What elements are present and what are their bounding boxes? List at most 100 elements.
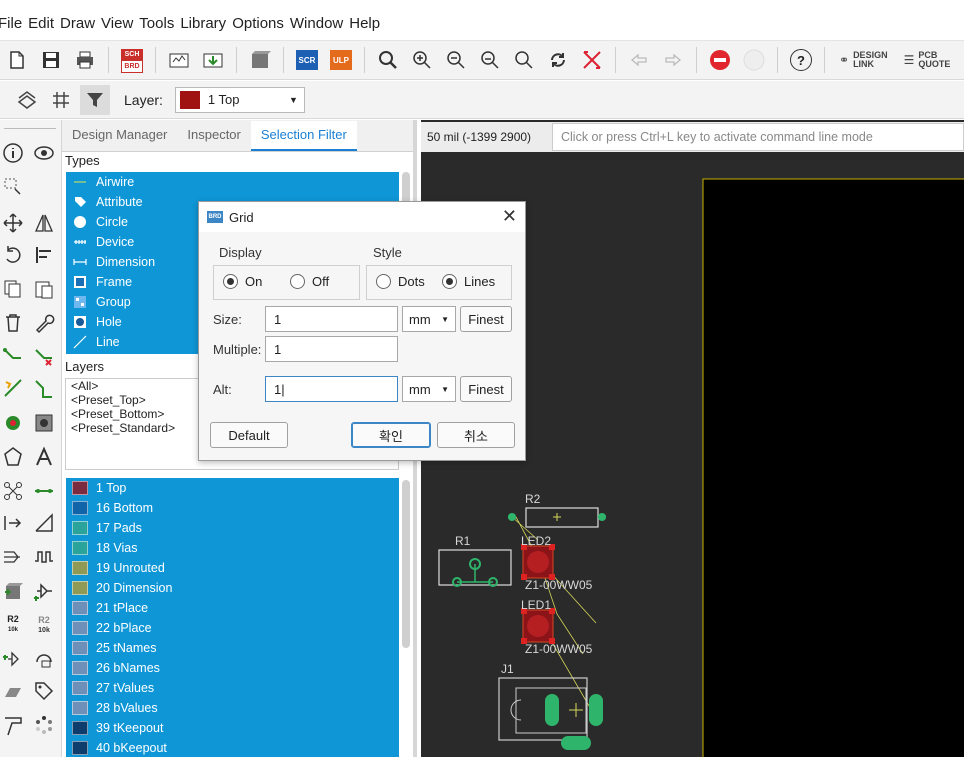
list-item[interactable]: Airwire <box>66 172 399 192</box>
list-item[interactable]: 28 bValues <box>66 698 399 718</box>
polygon-icon[interactable] <box>0 444 26 470</box>
move-icon[interactable] <box>0 210 26 236</box>
size-field[interactable]: 1 <box>265 306 398 332</box>
ulp-icon[interactable]: ULP <box>326 45 356 75</box>
list-item[interactable]: 39 tKeepout <box>66 718 399 738</box>
list-item[interactable]: 1 Top <box>66 478 399 498</box>
help-icon[interactable]: ? <box>786 45 816 75</box>
close-icon[interactable]: ✕ <box>502 206 517 227</box>
ok-button[interactable]: 확인 <box>351 422 431 448</box>
autorouter-icon[interactable] <box>0 376 26 402</box>
export-icon[interactable] <box>198 45 228 75</box>
library-icon[interactable] <box>245 45 275 75</box>
pcb-quote-button[interactable]: ☰ PCB QUOTE <box>904 51 951 69</box>
script-icon[interactable]: SCR <box>292 45 322 75</box>
spinner-icon[interactable] <box>31 712 57 738</box>
list-item[interactable]: 27 tValues <box>66 678 399 698</box>
info-icon[interactable] <box>0 140 26 166</box>
align-icon[interactable] <box>31 242 57 268</box>
list-item[interactable]: 16 Bottom <box>66 498 399 518</box>
menu-draw[interactable]: Draw <box>60 15 101 32</box>
net-icon[interactable] <box>0 478 26 504</box>
delete-icon[interactable] <box>0 310 26 336</box>
alt-field[interactable]: 1| <box>265 376 398 402</box>
menu-edit[interactable]: Edit <box>28 15 60 32</box>
display-on-radio[interactable]: On <box>223 274 262 289</box>
ripup-icon[interactable] <box>31 344 57 370</box>
default-button[interactable]: Default <box>210 422 288 448</box>
list-item[interactable]: 17 Pads <box>66 518 399 538</box>
wire-icon[interactable] <box>31 478 57 504</box>
list-item[interactable]: 40 bKeepout <box>66 738 399 757</box>
tag-icon[interactable] <box>31 678 57 704</box>
pad-icon[interactable] <box>31 410 57 436</box>
connector-icon[interactable] <box>0 510 26 536</box>
ratsnest-icon[interactable] <box>577 45 607 75</box>
tab-inspector[interactable]: Inspector <box>177 121 250 151</box>
undo-icon[interactable] <box>624 45 654 75</box>
text-icon[interactable] <box>31 444 57 470</box>
change-icon[interactable] <box>31 646 57 672</box>
paste-icon[interactable] <box>31 276 57 302</box>
tab-design-manager[interactable]: Design Manager <box>62 121 177 151</box>
print-icon[interactable] <box>70 45 100 75</box>
menu-options[interactable]: Options <box>232 15 290 32</box>
route-icon[interactable] <box>0 344 26 370</box>
zoom-area-icon[interactable] <box>509 45 539 75</box>
command-line-input[interactable]: Click or press Ctrl+L key to activate co… <box>552 123 964 151</box>
list-item[interactable]: 18 Vias <box>66 538 399 558</box>
menu-window[interactable]: Window <box>290 15 349 32</box>
copy-icon[interactable] <box>0 276 26 302</box>
list-item[interactable]: 20 Dimension <box>66 578 399 598</box>
multiple-field[interactable]: 1 <box>265 336 398 362</box>
menu-file[interactable]: File <box>0 15 28 32</box>
list-item[interactable]: 21 tPlace <box>66 598 399 618</box>
mirror-icon[interactable] <box>31 210 57 236</box>
layer-select[interactable]: 1 Top ▼ <box>174 86 305 113</box>
alt-finest-button[interactable]: Finest <box>460 376 512 402</box>
open-icon[interactable] <box>2 45 32 75</box>
size-finest-button[interactable]: Finest <box>460 306 512 332</box>
grid-icon[interactable] <box>46 85 76 115</box>
sch-brd-switch-icon[interactable]: SCH BRD <box>117 45 147 75</box>
menu-library[interactable]: Library <box>180 15 232 32</box>
add-symbol-icon[interactable] <box>31 578 57 604</box>
style-lines-radio[interactable]: Lines <box>442 274 495 289</box>
cam-icon[interactable] <box>164 45 194 75</box>
measure-icon[interactable] <box>0 712 26 738</box>
rotate-icon[interactable] <box>0 242 26 268</box>
show-icon[interactable] <box>31 140 57 166</box>
zoom-fit-icon[interactable] <box>373 45 403 75</box>
list-item[interactable]: 22 bPlace <box>66 618 399 638</box>
redraw-icon[interactable] <box>543 45 573 75</box>
menu-help[interactable]: Help <box>349 15 386 32</box>
zoom-select-icon[interactable] <box>475 45 505 75</box>
select-icon[interactable] <box>0 174 26 200</box>
size-unit-select[interactable]: mm ▼ <box>402 306 456 332</box>
design-link-button[interactable]: ⚭ DESIGN LINK <box>839 51 888 69</box>
smash-icon[interactable] <box>0 646 26 672</box>
wrench-icon[interactable] <box>31 310 57 336</box>
via-icon[interactable] <box>0 410 26 436</box>
tab-selection-filter[interactable]: Selection Filter <box>250 121 357 151</box>
redo-icon[interactable] <box>658 45 688 75</box>
value-icon[interactable]: R2 10k <box>31 612 57 638</box>
layer-settings-icon[interactable] <box>12 85 42 115</box>
meander-icon[interactable] <box>31 544 57 570</box>
split-icon[interactable] <box>0 678 26 704</box>
list-item[interactable]: 19 Unrouted <box>66 558 399 578</box>
alt-unit-select[interactable]: mm ▼ <box>402 376 456 402</box>
zoom-in-icon[interactable] <box>407 45 437 75</box>
bus-icon[interactable] <box>0 544 26 570</box>
cancel-button[interactable]: 취소 <box>437 422 515 448</box>
filter-icon[interactable] <box>80 84 110 115</box>
go-icon[interactable] <box>739 45 769 75</box>
zoom-out-icon[interactable] <box>441 45 471 75</box>
menu-view[interactable]: View <box>101 15 139 32</box>
list-item[interactable]: 25 tNames <box>66 638 399 658</box>
optimize-icon[interactable] <box>31 376 57 402</box>
save-icon[interactable] <box>36 45 66 75</box>
name-icon[interactable]: R2 10k <box>0 612 26 638</box>
stop-icon[interactable] <box>705 45 735 75</box>
style-dots-radio[interactable]: Dots <box>376 274 425 289</box>
